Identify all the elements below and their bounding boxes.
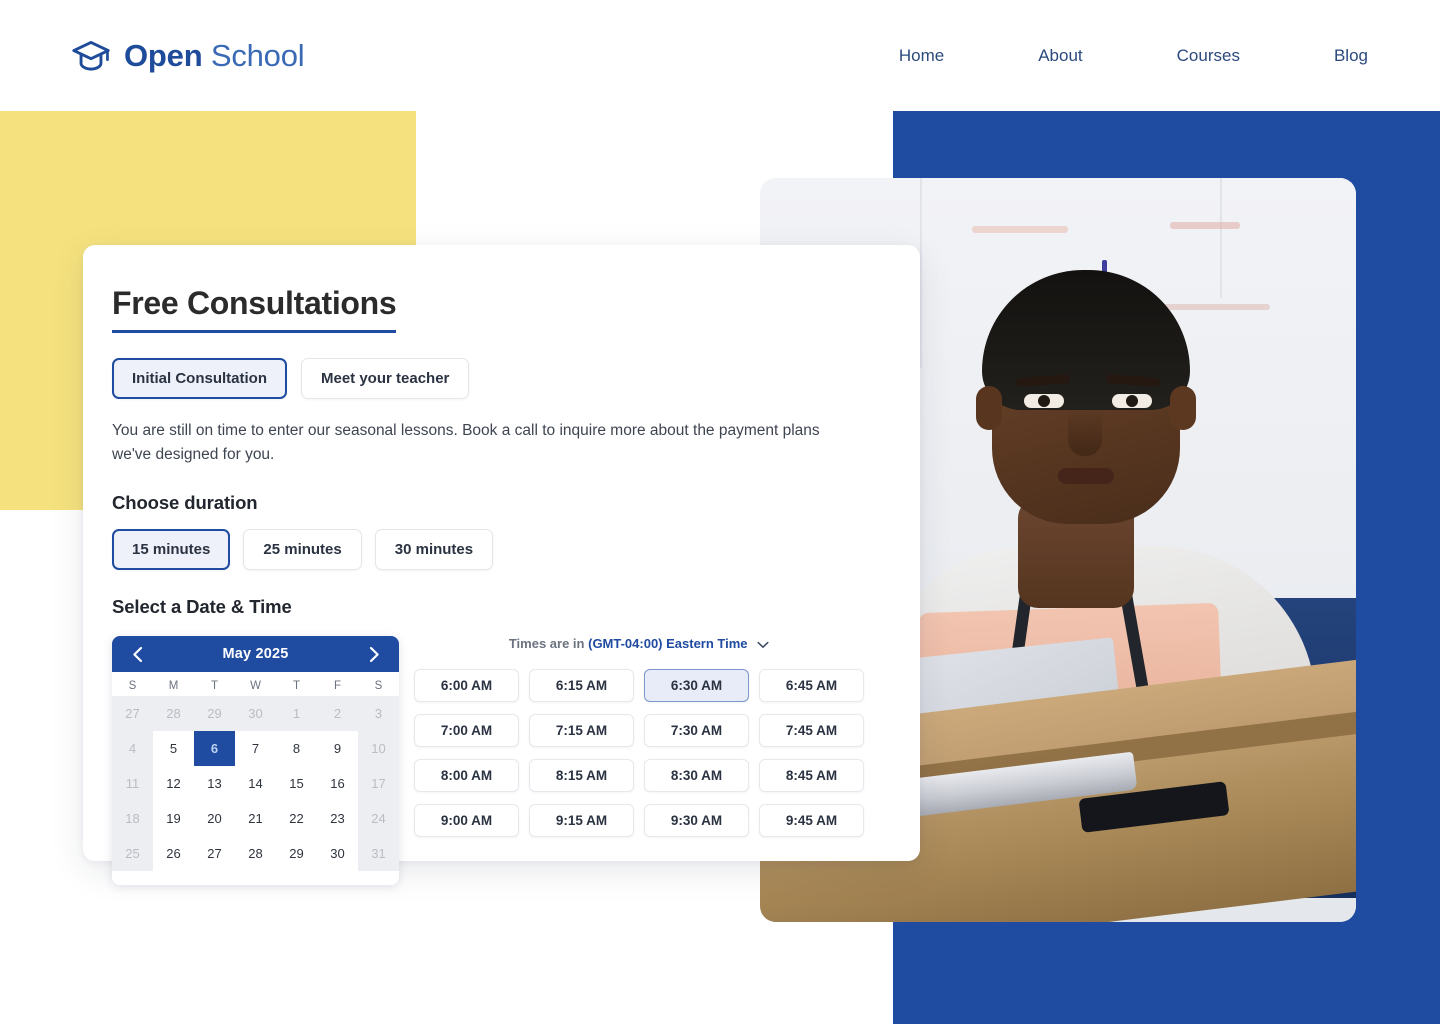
calendar-day: 4 — [112, 731, 153, 767]
calendar-day: 29 — [194, 696, 235, 732]
page-root: Open School Home About Courses Blog Free… — [0, 0, 1440, 1024]
weekday-label: S — [128, 680, 137, 693]
nav-item-courses[interactable]: Courses — [1177, 38, 1240, 74]
calendar-day: 10 — [358, 731, 399, 767]
calendar-day[interactable]: 19 — [153, 801, 194, 836]
time-slot[interactable]: 8:30 AM — [644, 759, 749, 793]
chevron-down-icon — [757, 637, 769, 652]
time-slot[interactable]: 7:00 AM — [414, 714, 519, 748]
time-slot[interactable]: 7:45 AM — [759, 714, 864, 748]
time-slot[interactable]: 9:00 AM — [414, 804, 519, 838]
calendar-next-month-button[interactable] — [363, 643, 385, 665]
calendar-day[interactable]: 28 — [235, 836, 276, 871]
calendar-day: 18 — [112, 801, 153, 837]
time-slot-panel: Times are in (GMT-04:00) Eastern Time 6:… — [414, 636, 864, 885]
calendar-day[interactable]: 9 — [317, 731, 358, 766]
time-slot[interactable]: 9:15 AM — [529, 804, 634, 838]
consultation-type-tabs: Initial Consultation Meet your teacher — [112, 358, 920, 399]
brand-logo[interactable]: Open School — [72, 37, 305, 74]
calendar-header: May 2025 — [112, 636, 399, 673]
calendar-day-selected[interactable]: 6 — [194, 731, 235, 767]
weekday-label: S — [374, 680, 383, 693]
calendar-day[interactable]: 26 — [153, 836, 194, 871]
time-slot-grid: 6:00 AM 6:15 AM 6:30 AM 6:45 AM 7:00 AM 7:15 … — [414, 669, 864, 838]
nav-item-about[interactable]: About — [1038, 38, 1082, 74]
chevron-right-icon — [369, 646, 379, 662]
duration-option-25-minutes[interactable]: 25 minutes — [243, 529, 362, 571]
weekday-label: T — [292, 680, 301, 693]
tab-meet-your-teacher[interactable]: Meet your teacher — [301, 358, 470, 399]
select-date-time-heading: Select a Date & Time — [112, 596, 292, 618]
duration-option-15-minutes[interactable]: 15 minutes — [112, 529, 231, 571]
calendar-day: 2 — [317, 696, 358, 732]
weekday-label: T — [210, 680, 219, 693]
calendar-day[interactable]: 16 — [317, 766, 358, 801]
calendar-weekday-row: S M T W T F S — [112, 672, 399, 696]
choose-duration-heading: Choose duration — [112, 492, 258, 514]
calendar-day[interactable]: 27 — [194, 836, 235, 871]
chevron-left-icon — [132, 646, 142, 662]
calendar-day[interactable]: 13 — [194, 766, 235, 801]
brand-name-bold: Open — [124, 37, 203, 73]
weekday-label: F — [333, 680, 342, 693]
time-slot[interactable]: 7:30 AM — [644, 714, 749, 748]
time-slot-selected[interactable]: 6:30 AM — [644, 669, 749, 703]
calendar-day[interactable]: 15 — [276, 766, 317, 801]
brand-text: Open School — [124, 37, 305, 74]
calendar-day[interactable]: 8 — [276, 731, 317, 766]
weekday-label: W — [250, 680, 261, 693]
duration-options: 15 minutes 25 minutes 30 minutes — [112, 529, 920, 571]
calendar-day: 17 — [358, 766, 399, 802]
brand-name-light: School — [210, 37, 305, 73]
page-title: Free Consultations — [112, 285, 397, 333]
calendar-day[interactable]: 20 — [194, 801, 235, 836]
timezone-selector[interactable]: Times are in (GMT-04:00) Eastern Time — [414, 636, 864, 652]
date-time-picker: May 2025 S M T W T F S 27 28 29 30 1 2 3… — [112, 636, 920, 886]
calendar-day[interactable]: 29 — [276, 836, 317, 871]
calendar-day-grid: 27 28 29 30 1 2 3 4 5 6 7 8 9 10 11 12 13 14 15 16 17 18 19 20 2… — [112, 696, 399, 872]
booking-card: Free Consultations Initial Consultation … — [83, 245, 920, 886]
nav-item-blog[interactable]: Blog — [1334, 38, 1368, 74]
time-slot[interactable]: 8:45 AM — [759, 759, 864, 793]
calendar-day[interactable]: 5 — [153, 731, 194, 766]
consultation-description: You are still on time to enter our seaso… — [112, 422, 820, 463]
time-slot[interactable]: 6:15 AM — [529, 669, 634, 703]
calendar-day[interactable]: 14 — [235, 766, 276, 801]
calendar-day: 25 — [112, 836, 153, 872]
calendar-day: 11 — [112, 766, 153, 802]
calendar-widget: May 2025 S M T W T F S 27 28 29 30 1 2 3… — [112, 636, 399, 886]
calendar-day: 31 — [358, 836, 399, 872]
calendar-day[interactable]: 7 — [235, 731, 276, 766]
time-slot[interactable]: 9:45 AM — [759, 804, 864, 838]
duration-option-30-minutes[interactable]: 30 minutes — [374, 529, 494, 571]
time-slot[interactable]: 8:15 AM — [529, 759, 634, 793]
calendar-day: 28 — [153, 696, 194, 732]
time-slot[interactable]: 6:45 AM — [759, 669, 864, 703]
time-slot[interactable]: 7:15 AM — [529, 714, 634, 748]
calendar-day[interactable]: 21 — [235, 801, 276, 836]
tab-initial-consultation[interactable]: Initial Consultation — [112, 358, 287, 399]
calendar-day: 27 — [112, 696, 153, 732]
calendar-month-label: May 2025 — [222, 646, 289, 663]
time-slot[interactable]: 6:00 AM — [414, 669, 519, 703]
calendar-prev-month-button[interactable] — [126, 643, 148, 665]
calendar-day: 30 — [235, 696, 276, 732]
calendar-day: 24 — [358, 801, 399, 837]
calendar-day[interactable]: 12 — [153, 766, 194, 801]
calendar-day: 3 — [358, 696, 399, 732]
timezone-value: (GMT-04:00) Eastern Time — [588, 636, 748, 652]
calendar-day: 1 — [276, 696, 317, 732]
timezone-prefix-label: Times are in — [508, 636, 585, 652]
calendar-day[interactable]: 30 — [317, 836, 358, 871]
nav-item-home[interactable]: Home — [899, 38, 944, 74]
calendar-day[interactable]: 23 — [317, 801, 358, 836]
main-navigation: Home About Courses Blog — [899, 38, 1368, 74]
site-header: Open School Home About Courses Blog — [0, 0, 1440, 111]
weekday-label: M — [168, 680, 179, 693]
graduation-cap-icon — [72, 40, 110, 71]
calendar-day[interactable]: 22 — [276, 801, 317, 836]
time-slot[interactable]: 9:30 AM — [644, 804, 749, 838]
time-slot[interactable]: 8:00 AM — [414, 759, 519, 793]
